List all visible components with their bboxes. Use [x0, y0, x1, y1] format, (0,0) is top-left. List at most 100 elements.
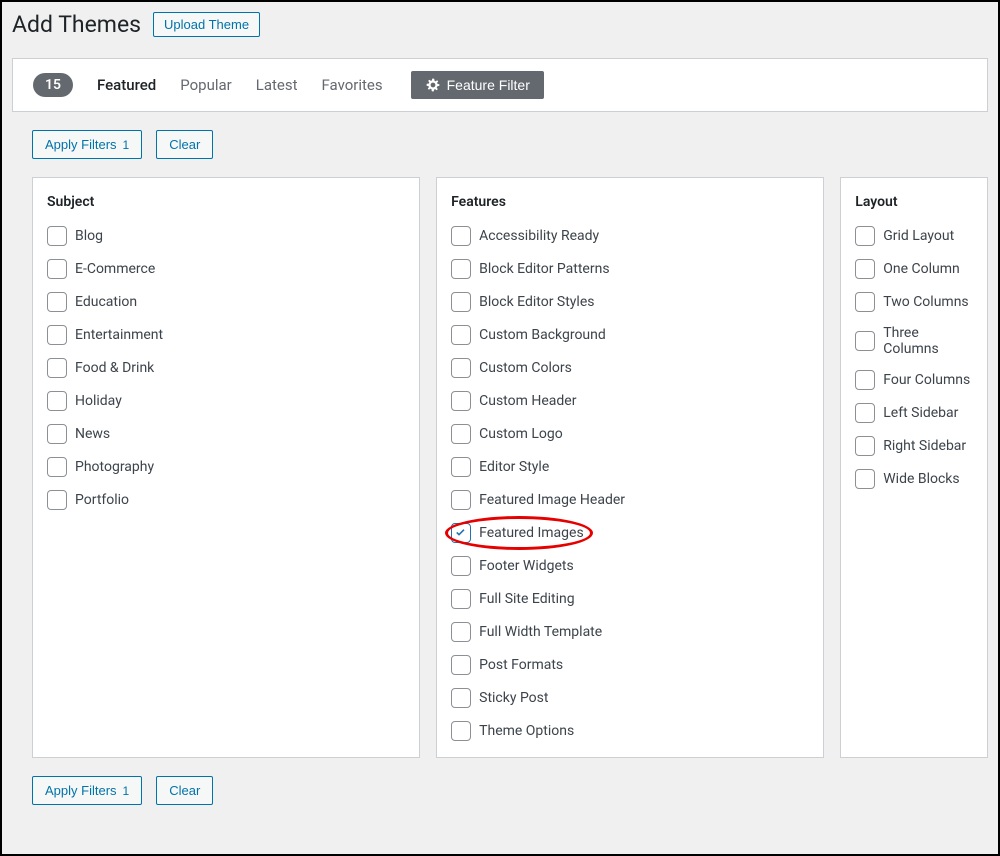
- checkbox[interactable]: [451, 424, 471, 444]
- apply-filters-button-bottom[interactable]: Apply Filters 1: [32, 776, 142, 805]
- checkbox[interactable]: [47, 490, 67, 510]
- checkbox[interactable]: [451, 325, 471, 345]
- apply-filters-button[interactable]: Apply Filters 1: [32, 130, 142, 159]
- buttons-row-bottom: Apply Filters 1 Clear: [2, 758, 998, 805]
- apply-filters-count: 1: [123, 138, 130, 152]
- filter-link-favorites[interactable]: Favorites: [321, 76, 382, 94]
- checkbox-item: Four Columns: [855, 370, 973, 390]
- checkbox-item: Blog: [47, 226, 405, 246]
- checkbox-item: News: [47, 424, 405, 444]
- checkbox[interactable]: [451, 490, 471, 510]
- checkbox-label[interactable]: Photography: [75, 459, 154, 475]
- checkbox-label[interactable]: One Column: [883, 261, 960, 277]
- checkbox[interactable]: [451, 292, 471, 312]
- checkbox-item: Food & Drink: [47, 358, 405, 378]
- checkbox[interactable]: [47, 226, 67, 246]
- checkbox[interactable]: [47, 325, 67, 345]
- checkbox[interactable]: [451, 391, 471, 411]
- checkbox-item: Footer Widgets: [451, 556, 809, 576]
- gear-icon: [425, 77, 441, 93]
- checkbox-item: Portfolio: [47, 490, 405, 510]
- checkbox[interactable]: [47, 391, 67, 411]
- checkbox-label[interactable]: Custom Logo: [479, 426, 563, 442]
- checkbox-item: One Column: [855, 259, 973, 279]
- checkbox[interactable]: [855, 259, 875, 279]
- theme-count-badge: 15: [33, 73, 73, 97]
- checkbox-label[interactable]: Editor Style: [479, 459, 549, 475]
- checkbox[interactable]: [47, 424, 67, 444]
- checkbox-label[interactable]: Block Editor Styles: [479, 294, 594, 310]
- checkbox[interactable]: [451, 655, 471, 675]
- checkbox-item: Three Columns: [855, 325, 973, 357]
- group-title-features: Features: [451, 194, 809, 210]
- upload-theme-button[interactable]: Upload Theme: [153, 12, 260, 37]
- checkbox[interactable]: [855, 436, 875, 456]
- checkbox-label[interactable]: Entertainment: [75, 327, 163, 343]
- checkbox-label[interactable]: Wide Blocks: [883, 471, 959, 487]
- checkbox-item: Two Columns: [855, 292, 973, 312]
- checkbox-item: Left Sidebar: [855, 403, 973, 423]
- checkbox[interactable]: [855, 292, 875, 312]
- checkbox[interactable]: [451, 556, 471, 576]
- page-header: Add Themes Upload Theme: [2, 2, 998, 38]
- checkbox[interactable]: [451, 688, 471, 708]
- filter-link-latest[interactable]: Latest: [256, 76, 298, 94]
- feature-filter-button[interactable]: Feature Filter: [411, 71, 544, 99]
- checkbox-label[interactable]: Right Sidebar: [883, 438, 966, 454]
- checkbox[interactable]: [855, 469, 875, 489]
- checkbox-label[interactable]: Sticky Post: [479, 690, 548, 706]
- checkbox-item: Sticky Post: [451, 688, 809, 708]
- checkbox[interactable]: [451, 358, 471, 378]
- checkbox-label[interactable]: Four Columns: [883, 372, 970, 388]
- filter-link-featured[interactable]: Featured: [97, 76, 156, 94]
- checkbox-label[interactable]: Food & Drink: [75, 360, 154, 376]
- checkbox[interactable]: [855, 331, 875, 351]
- checkbox[interactable]: [451, 589, 471, 609]
- checkbox-label[interactable]: Three Columns: [883, 325, 973, 357]
- checkbox-label[interactable]: Custom Background: [479, 327, 606, 343]
- filter-group-features: Features Accessibility Ready Block Editor…: [436, 177, 824, 758]
- checkbox[interactable]: [855, 403, 875, 423]
- checkbox[interactable]: [451, 259, 471, 279]
- checkbox-item: Post Formats: [451, 655, 809, 675]
- checkbox-label[interactable]: Grid Layout: [883, 228, 954, 244]
- checkbox[interactable]: [47, 259, 67, 279]
- checkbox-label[interactable]: Featured Images: [479, 525, 584, 541]
- checkbox-label[interactable]: Footer Widgets: [479, 558, 574, 574]
- checkbox-label[interactable]: Two Columns: [883, 294, 968, 310]
- checkbox-label[interactable]: Block Editor Patterns: [479, 261, 609, 277]
- checkbox[interactable]: [451, 721, 471, 741]
- checkbox[interactable]: [451, 457, 471, 477]
- checkbox-label[interactable]: Accessibility Ready: [479, 228, 599, 244]
- checkbox-label[interactable]: News: [75, 426, 110, 442]
- clear-button[interactable]: Clear: [156, 130, 213, 159]
- clear-button-bottom[interactable]: Clear: [156, 776, 213, 805]
- checkbox-item: Block Editor Patterns: [451, 259, 809, 279]
- apply-filters-label: Apply Filters: [45, 783, 117, 798]
- checkbox[interactable]: [855, 226, 875, 246]
- checkbox-item: Custom Colors: [451, 358, 809, 378]
- checkbox-label[interactable]: Left Sidebar: [883, 405, 958, 421]
- checkbox[interactable]: [47, 457, 67, 477]
- checkbox[interactable]: [451, 622, 471, 642]
- checkbox-label[interactable]: Blog: [75, 228, 103, 244]
- checkbox[interactable]: [855, 370, 875, 390]
- checkbox-item: Custom Logo: [451, 424, 809, 444]
- checkbox-label[interactable]: E-Commerce: [75, 261, 155, 277]
- checkbox-item: Entertainment: [47, 325, 405, 345]
- checkbox[interactable]: [47, 292, 67, 312]
- checkbox-label[interactable]: Full Width Template: [479, 624, 602, 640]
- checkbox-label[interactable]: Custom Header: [479, 393, 576, 409]
- checkbox-label[interactable]: Full Site Editing: [479, 591, 574, 607]
- checkbox-label[interactable]: Featured Image Header: [479, 492, 625, 508]
- checkbox-label[interactable]: Education: [75, 294, 137, 310]
- checkbox[interactable]: [451, 523, 471, 543]
- checkbox-label[interactable]: Post Formats: [479, 657, 563, 673]
- checkbox-label[interactable]: Holiday: [75, 393, 122, 409]
- checkbox[interactable]: [47, 358, 67, 378]
- checkbox[interactable]: [451, 226, 471, 246]
- checkbox-label[interactable]: Custom Colors: [479, 360, 572, 376]
- checkbox-label[interactable]: Portfolio: [75, 492, 129, 508]
- filter-link-popular[interactable]: Popular: [180, 76, 232, 94]
- checkbox-label[interactable]: Theme Options: [479, 723, 574, 739]
